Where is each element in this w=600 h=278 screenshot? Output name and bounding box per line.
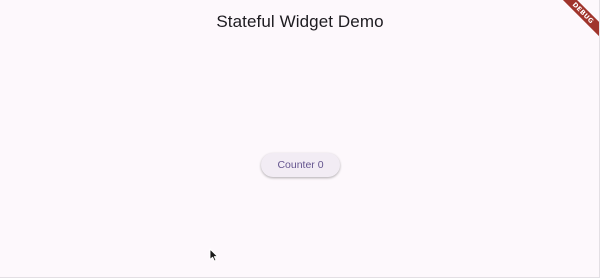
mouse-pointer-icon: [209, 248, 219, 262]
counter-button[interactable]: Counter 0: [261, 153, 340, 177]
app-bar-title: Stateful Widget Demo: [216, 12, 384, 31]
app-bar: Stateful Widget Demo: [0, 0, 600, 44]
app-body: Counter 0: [0, 44, 600, 278]
debug-banner: DEBUG: [557, 0, 599, 42]
debug-banner-label: DEBUG: [557, 0, 599, 40]
app-window: Stateful Widget Demo Counter 0 DEBUG: [0, 0, 600, 278]
